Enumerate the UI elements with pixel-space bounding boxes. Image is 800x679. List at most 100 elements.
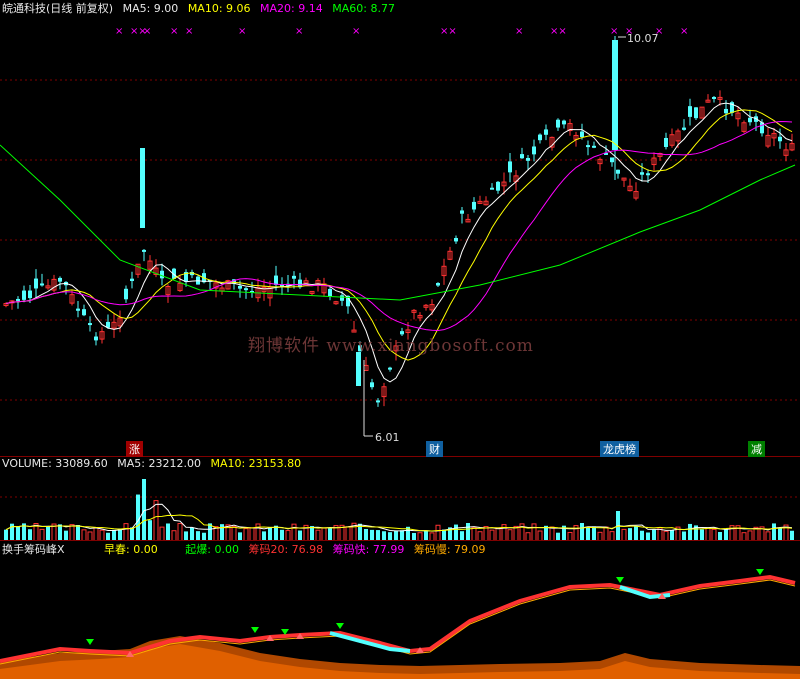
- candle-body: [748, 117, 752, 123]
- volume-ma5: MA5: 23212.00: [117, 457, 201, 470]
- volume-bar: [130, 527, 134, 541]
- low-price-label: 6.01: [375, 431, 400, 444]
- volume-bar: [471, 526, 477, 541]
- top-marker: ×: [143, 26, 151, 37]
- candle-body: [526, 157, 530, 161]
- candle-body: [490, 187, 494, 190]
- indicator-panel[interactable]: 换手筹码峰X 早春: 0.00 起爆: 0.00 筹码20: 76.98 筹码快…: [0, 540, 800, 679]
- volume-bar: [310, 526, 314, 541]
- candle-body: [556, 119, 560, 128]
- candle-body: [496, 181, 500, 191]
- down-arrow-icon: [336, 623, 344, 629]
- watermark-text: 翔博软件 www.xiangbosoft.com: [248, 336, 534, 356]
- volume-bar: [580, 523, 584, 541]
- event-tag-cai[interactable]: 财: [426, 441, 443, 457]
- candle-body: [592, 145, 596, 148]
- volume-value: VOLUME: 33089.60: [2, 457, 108, 470]
- candle-body: [328, 288, 332, 297]
- volume-ma10-line: [5, 514, 793, 532]
- stock-name: 皖通科技(日线 前复权): [2, 2, 114, 15]
- volume-bar: [592, 526, 596, 541]
- choumakuai-value: 筹码快: 77.99: [332, 543, 405, 556]
- candle-body: [388, 367, 392, 370]
- volume-bar: [166, 523, 170, 541]
- volume-bar: [688, 523, 692, 541]
- top-marker: ×: [515, 26, 523, 37]
- candle-body: [160, 270, 164, 279]
- candle-body: [640, 172, 644, 175]
- indicator-title: 换手筹码峰X: [2, 543, 65, 556]
- candle-body: [292, 275, 296, 279]
- candle-body: [724, 108, 728, 114]
- volume-bar: [190, 527, 194, 541]
- candle-body: [88, 323, 92, 326]
- candle-body: [538, 134, 542, 141]
- candle-body: [370, 382, 374, 388]
- candle-body: [532, 146, 536, 155]
- candle-body: [244, 288, 248, 291]
- zaochun-value: 早春: 0.00: [104, 543, 158, 556]
- ma60-value: MA60: 8.77: [332, 2, 395, 15]
- top-marker: ××: [550, 26, 567, 37]
- candle-body: [562, 120, 566, 125]
- candle-body: [40, 283, 44, 286]
- top-marker: ×: [238, 26, 246, 37]
- volume-bar: [274, 525, 278, 541]
- down-arrow-icon: [251, 627, 259, 633]
- candle-body: [124, 288, 128, 300]
- candle-body: [238, 285, 242, 289]
- candlestick-chart[interactable]: × ××× × × × × × ×× × ×× × × × ×: [0, 0, 800, 456]
- volume-ma10: MA10: 23153.80: [210, 457, 302, 470]
- candle-body: [142, 249, 146, 252]
- qibao-value: 起爆: 0.00: [185, 543, 239, 556]
- down-arrow-icon: [86, 639, 94, 645]
- candle-body: [616, 169, 620, 174]
- candle-body: [16, 298, 20, 301]
- candle-body: [58, 277, 62, 282]
- volume-bar: [69, 524, 75, 541]
- price-panel[interactable]: 皖通科技(日线 前复权) MA5: 9.00 MA10: 9.06 MA20: …: [0, 0, 800, 457]
- volume-bar: [220, 524, 224, 541]
- candle-body: [682, 127, 686, 130]
- choumaman-value: 筹码慢: 79.09: [413, 543, 486, 556]
- volume-bar: [58, 524, 62, 541]
- volume-bar: [148, 520, 152, 541]
- volume-bar: [772, 523, 776, 541]
- volume-bar: [76, 524, 80, 541]
- top-marker: ×: [295, 26, 303, 37]
- candle-body: [356, 352, 361, 386]
- candle-body: [28, 290, 32, 299]
- candle-body: [520, 154, 524, 159]
- top-marker: ×: [185, 26, 193, 37]
- ma60-line: [0, 144, 796, 301]
- event-tag-zhang[interactable]: 涨: [126, 441, 143, 457]
- chip-peak-chart[interactable]: [0, 541, 800, 679]
- event-tag-jian[interactable]: 减: [748, 441, 765, 457]
- top-marker: ×: [115, 26, 123, 37]
- volume-bar: [255, 523, 261, 541]
- candle-body: [454, 238, 458, 242]
- candle-body: [508, 161, 512, 173]
- event-tag-longhubang[interactable]: 龙虎榜: [600, 441, 639, 457]
- volume-bar: [454, 524, 458, 541]
- volume-bar: [634, 526, 638, 541]
- volume-bar: [603, 526, 609, 541]
- chouma20-value: 筹码20: 76.98: [248, 543, 324, 556]
- top-marker: ×: [170, 26, 178, 37]
- ma5-value: MA5: 9.00: [122, 2, 179, 15]
- down-arrow-icon: [616, 577, 624, 583]
- volume-bar: [435, 524, 441, 541]
- volume-legend: VOLUME: 33089.60 MA5: 23212.00 MA10: 231…: [2, 457, 307, 471]
- volume-bar: [123, 523, 129, 541]
- candle-body: [340, 295, 344, 301]
- top-marker: ×: [680, 26, 688, 37]
- candle-body: [22, 290, 26, 300]
- indicator-legend: 换手筹码峰X 早春: 0.00 起爆: 0.00 筹码20: 76.98 筹码快…: [2, 541, 492, 556]
- volume-panel[interactable]: VOLUME: 33089.60 MA5: 23212.00 MA10: 231…: [0, 456, 800, 541]
- ma20-value: MA20: 9.14: [260, 2, 323, 15]
- candle-body: [712, 96, 716, 99]
- volume-bar: [177, 523, 183, 541]
- volume-bar: [345, 526, 351, 541]
- ma10-value: MA10: 9.06: [187, 2, 251, 15]
- candle-body: [82, 309, 86, 316]
